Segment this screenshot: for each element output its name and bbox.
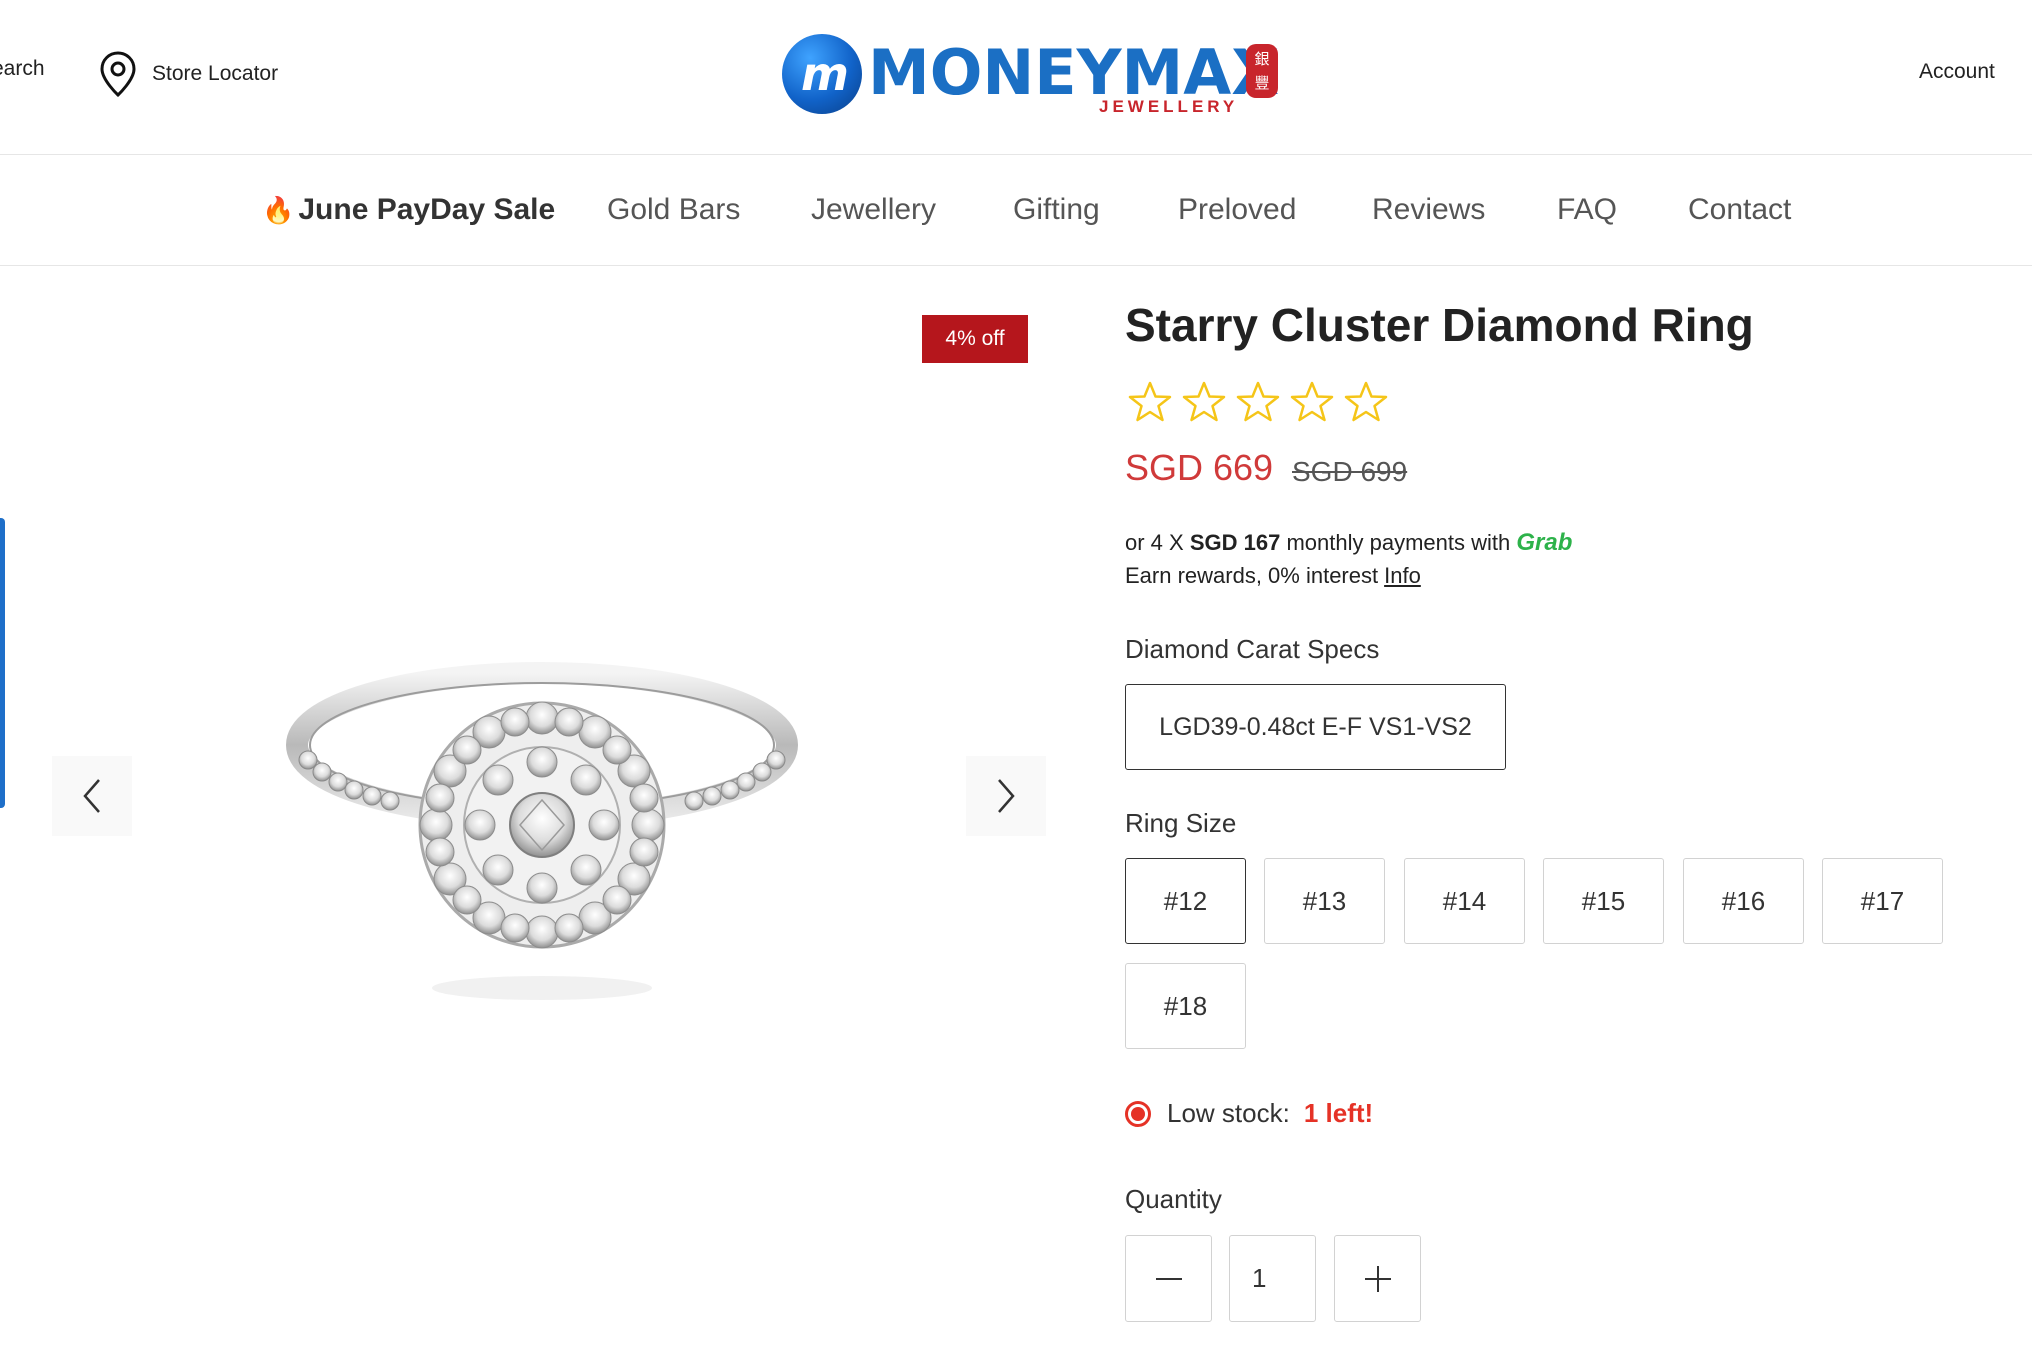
- quantity-input[interactable]: [1229, 1235, 1316, 1322]
- side-drawer-tab[interactable]: [0, 518, 5, 808]
- quantity-label: Quantity: [1125, 1184, 1222, 1214]
- installment-amount: SGD 167: [1189, 530, 1281, 555]
- installment-info-link[interactable]: Info: [1384, 563, 1421, 588]
- quantity-increase-button[interactable]: [1334, 1235, 1421, 1322]
- star-icon: [1290, 381, 1334, 422]
- size-option-16[interactable]: #16: [1683, 858, 1804, 944]
- installment-info: or 4 X SGD 167 monthly payments with Gra…: [1125, 526, 1572, 592]
- gallery-next-button[interactable]: [966, 756, 1046, 836]
- store-locator-link[interactable]: Store Locator: [98, 50, 278, 98]
- stock-status: Low stock: 1 left!: [1125, 1098, 1373, 1129]
- chevron-right-icon: [998, 779, 1015, 813]
- star-icon: [1236, 381, 1280, 422]
- original-price: SGD 699: [1292, 456, 1408, 487]
- size-option-17[interactable]: #17: [1822, 858, 1943, 944]
- nav-item-label: June PayDay Sale: [298, 193, 556, 226]
- gallery-prev-button[interactable]: [52, 756, 132, 836]
- nav-item-gold-bars[interactable]: Gold Bars: [607, 193, 740, 227]
- nav-item-june-payday-sale[interactable]: 🔥 June PayDay Sale: [262, 193, 555, 227]
- chevron-left-icon: [83, 779, 100, 813]
- discount-badge: 4% off: [922, 315, 1028, 363]
- star-icon: [1128, 381, 1172, 422]
- site-header: earch Store Locator m MONEYMAX JEWELLERY…: [0, 0, 2032, 155]
- size-option-18[interactable]: #18: [1125, 963, 1246, 1049]
- store-locator-label: Store Locator: [152, 62, 279, 85]
- size-option-15[interactable]: #15: [1543, 858, 1664, 944]
- minus-icon: [1155, 1277, 1182, 1280]
- star-icon: [1344, 381, 1388, 422]
- installment-rewards-text: Earn rewards, 0% interest: [1125, 563, 1379, 588]
- grab-logo: Grab: [1516, 529, 1573, 556]
- logo-subtitle: JEWELLERY: [1099, 97, 1239, 116]
- moneymax-logo[interactable]: m MONEYMAX JEWELLERY 銀 豐: [782, 32, 1282, 122]
- sale-price: SGD 669: [1125, 447, 1274, 488]
- logo-seal-bottom: 豐: [1254, 74, 1270, 92]
- nav-item-contact[interactable]: Contact: [1688, 193, 1791, 227]
- logo-seal: 銀 豐: [1246, 44, 1278, 98]
- rating-stars[interactable]: [1128, 380, 1388, 424]
- ring-size-label: Ring Size: [1125, 808, 1237, 838]
- stock-count: 1 left!: [1303, 1098, 1374, 1128]
- stock-label: Low stock:: [1167, 1098, 1290, 1128]
- nav-item-faq[interactable]: FAQ: [1557, 193, 1617, 227]
- stock-alert-icon: [1125, 1100, 1151, 1127]
- plus-icon: [1364, 1265, 1391, 1292]
- quantity-decrease-button[interactable]: [1125, 1235, 1212, 1322]
- star-icon: [1182, 381, 1226, 422]
- location-pin-icon: [100, 51, 136, 98]
- nav-item-gifting[interactable]: Gifting: [1013, 193, 1100, 227]
- search-link[interactable]: earch: [0, 57, 45, 81]
- installment-line-2: Earn rewards, 0% interest Info: [1125, 559, 1572, 592]
- size-option-12[interactable]: #12: [1125, 858, 1246, 944]
- product-title: Starry Cluster Diamond Ring: [1125, 299, 1754, 351]
- nav-item-preloved[interactable]: Preloved: [1178, 193, 1296, 227]
- product-image[interactable]: [282, 650, 802, 1020]
- carat-option-button[interactable]: LGD39-0.48ct E-F VS1-VS2: [1125, 684, 1506, 770]
- nav-item-reviews[interactable]: Reviews: [1372, 193, 1485, 227]
- size-option-13[interactable]: #13: [1264, 858, 1385, 944]
- installment-line-1: or 4 X SGD 167 monthly payments with Gra…: [1125, 526, 1572, 559]
- account-link[interactable]: Account: [1919, 60, 1995, 84]
- nav-item-jewellery[interactable]: Jewellery: [811, 193, 936, 227]
- installment-prefix: or 4 X: [1125, 530, 1184, 555]
- logo-mark: m: [782, 34, 862, 114]
- installment-middle: monthly payments with: [1286, 530, 1511, 555]
- flame-icon: 🔥: [262, 195, 295, 225]
- main-nav: 🔥 June PayDay Sale Gold Bars Jewellery Gi…: [0, 156, 2032, 266]
- logo-seal-top: 銀: [1254, 50, 1270, 68]
- size-option-14[interactable]: #14: [1404, 858, 1525, 944]
- carat-specs-label: Diamond Carat Specs: [1125, 634, 1380, 664]
